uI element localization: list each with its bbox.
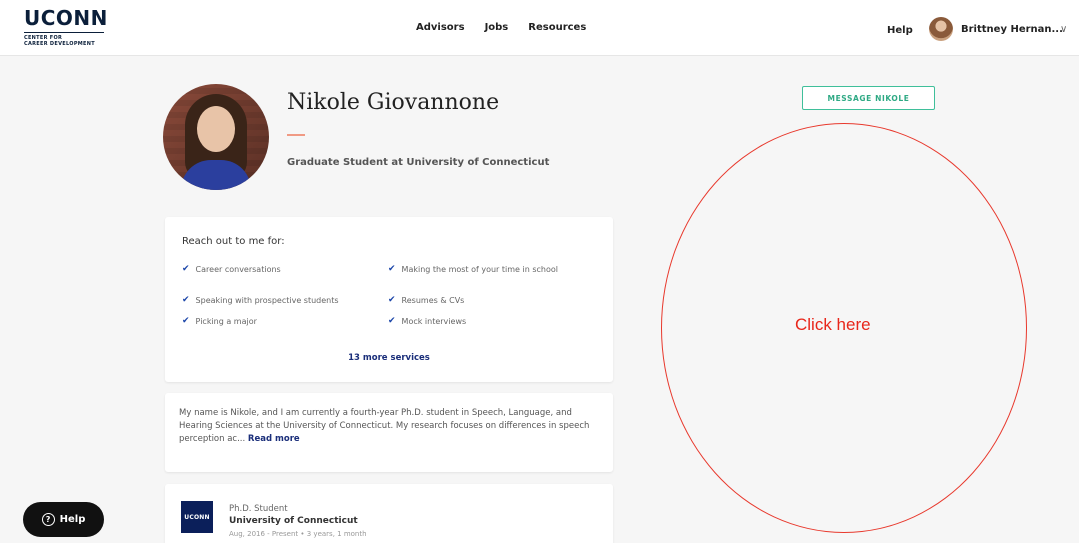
logo-divider: [24, 32, 104, 33]
uconn-logo[interactable]: UCONN CENTER FOR CAREER DEVELOPMENT: [24, 8, 114, 50]
services-heading: Reach out to me for:: [182, 236, 285, 247]
services-card: Reach out to me for: ✔ Career conversati…: [165, 217, 613, 382]
about-text: My name is Nikole, and I am currently a …: [179, 408, 590, 444]
education-dates: Aug, 2016 - Present • 3 years, 1 month: [229, 530, 367, 538]
nav-resources[interactable]: Resources: [528, 22, 586, 33]
check-icon: ✔: [182, 316, 190, 326]
check-icon: ✔: [388, 264, 396, 274]
more-services-link[interactable]: 13 more services: [165, 353, 613, 363]
question-icon: ?: [41, 513, 55, 526]
logo-main-text: UCONN: [24, 6, 108, 30]
check-icon: ✔: [388, 295, 396, 305]
about-card: My name is Nikole, and I am currently a …: [165, 393, 613, 472]
education-card: UCONN Ph.D. Student University of Connec…: [165, 484, 613, 543]
service-item: ✔ Speaking with prospective students: [182, 295, 392, 306]
service-item: ✔ Resumes & CVs: [388, 295, 588, 306]
read-more-link[interactable]: Read more: [248, 434, 300, 444]
service-label: Speaking with prospective students: [195, 296, 339, 305]
user-name[interactable]: Brittney Hernan...: [961, 24, 1063, 35]
annotation-text: Click here: [795, 315, 871, 334]
nav-advisors[interactable]: Advisors: [416, 22, 465, 33]
service-label: Resumes & CVs: [401, 296, 465, 305]
profile-name: Nikole Giovannone: [287, 90, 500, 115]
message-button[interactable]: MESSAGE NIKOLE: [802, 86, 935, 110]
help-button-label: Help: [59, 514, 86, 525]
user-avatar[interactable]: [929, 17, 953, 41]
service-item: ✔ Mock interviews: [388, 316, 588, 327]
service-label: Making the most of your time in school: [401, 265, 558, 274]
education-school: University of Connecticut: [229, 516, 358, 526]
main-nav: Advisors Jobs Resources: [416, 22, 586, 33]
education-degree: Ph.D. Student: [229, 504, 288, 514]
profile-photo: [163, 84, 269, 190]
photo-face: [197, 106, 235, 152]
service-label: Mock interviews: [401, 317, 467, 326]
help-button[interactable]: ? Help: [23, 502, 104, 537]
service-label: Picking a major: [195, 317, 257, 326]
top-nav-bar: UCONN CENTER FOR CAREER DEVELOPMENT Advi…: [0, 0, 1079, 56]
logo-sub-text-2: CAREER DEVELOPMENT: [24, 41, 95, 47]
service-label: Career conversations: [195, 265, 281, 274]
check-icon: ✔: [182, 264, 190, 274]
service-item: ✔ Picking a major: [182, 316, 382, 327]
help-link[interactable]: Help: [887, 25, 913, 36]
check-icon: ✔: [388, 316, 396, 326]
about-text-block: My name is Nikole, and I am currently a …: [179, 407, 599, 446]
check-icon: ✔: [182, 295, 190, 305]
name-underline: [287, 134, 305, 136]
profile-title: Graduate Student at University of Connec…: [287, 157, 550, 168]
uconn-school-logo: UCONN: [181, 501, 213, 533]
chevron-down-icon[interactable]: ∨: [1060, 24, 1067, 35]
nav-jobs[interactable]: Jobs: [485, 22, 509, 33]
service-item: ✔ Career conversations: [182, 264, 382, 275]
service-item: ✔ Making the most of your time in school: [388, 264, 588, 275]
